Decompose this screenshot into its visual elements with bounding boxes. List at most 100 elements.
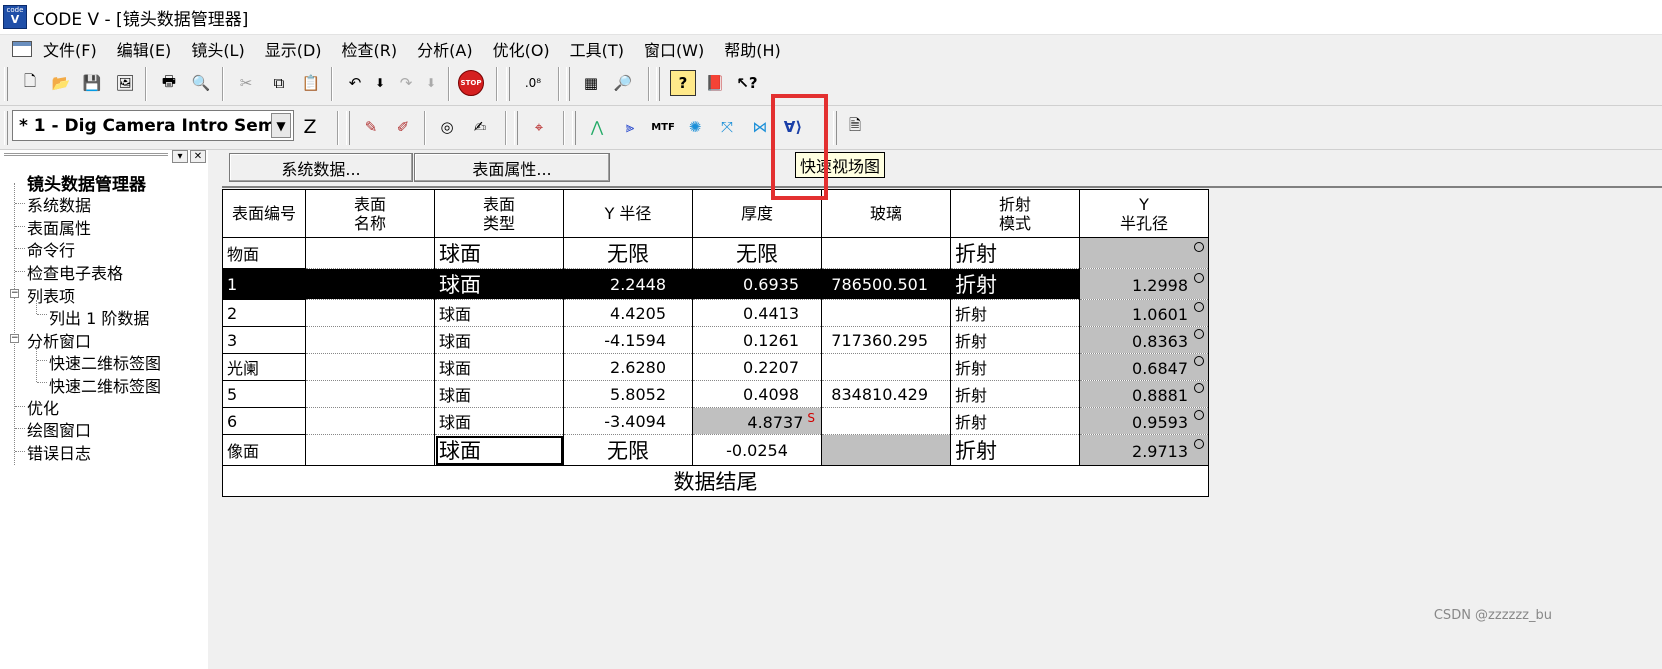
panel-splitter[interactable] xyxy=(208,150,222,669)
col-surface-number[interactable]: 表面编号 xyxy=(222,189,306,238)
tree-item-check-spreadsheet[interactable]: 检查电子表格 xyxy=(27,260,123,283)
spot-diagram-icon[interactable]: ✺ xyxy=(682,114,708,140)
distortion-icon[interactable]: ⋈ xyxy=(747,114,773,140)
glass-cell[interactable] xyxy=(821,353,951,381)
y-radius-cell[interactable]: 2.2448 xyxy=(563,268,693,300)
toolbar-grip[interactable] xyxy=(656,67,660,101)
surface-type-cell[interactable]: 球面 xyxy=(434,268,564,300)
glass-cell[interactable] xyxy=(821,434,951,466)
y-radius-cell[interactable]: 5.8052 xyxy=(563,380,693,408)
menu-lens[interactable]: 镜头(L) xyxy=(191,37,244,61)
y-radius-cell[interactable]: -3.4094 xyxy=(563,407,693,435)
tree-item-plot-window[interactable]: 绘图窗口 xyxy=(27,417,91,440)
surface-type-cell-active[interactable]: 球面 xyxy=(434,434,564,466)
document-window-icon[interactable] xyxy=(12,40,32,57)
thickness-cell[interactable]: -0.0254 xyxy=(692,434,822,466)
toolbar-grip[interactable] xyxy=(833,111,837,145)
undo-icon[interactable]: ↶ xyxy=(342,70,368,96)
col-refract-mode[interactable]: 折射 模式 xyxy=(950,189,1080,238)
semi-aperture-cell[interactable]: 1.2998 xyxy=(1079,268,1209,300)
decimal-format-icon[interactable]: .0⁸ xyxy=(520,70,546,96)
tree-collapse-icon[interactable]: − xyxy=(10,289,19,298)
chevron-down-icon[interactable]: ▼ xyxy=(271,113,291,138)
menu-optimize[interactable]: 优化(O) xyxy=(493,37,550,61)
toolbar-grip[interactable] xyxy=(506,67,510,101)
toolbar-grip[interactable] xyxy=(4,67,8,101)
mode-cell[interactable]: 折射 xyxy=(950,268,1080,300)
tree-item-surface-props[interactable]: 表面属性 xyxy=(27,215,91,238)
solve-tool-icon[interactable]: ✐ xyxy=(390,114,416,140)
thickness-cell[interactable]: 无限 xyxy=(692,237,822,269)
print-preview-icon[interactable]: 🔍 xyxy=(188,70,214,96)
mode-cell[interactable]: 折射 xyxy=(950,434,1080,466)
tree-item-listings[interactable]: 列表项 xyxy=(27,283,75,306)
thickness-cell[interactable]: 0.2207 xyxy=(692,353,822,381)
stop-icon[interactable]: STOP xyxy=(458,70,484,96)
glass-cell[interactable] xyxy=(821,407,951,435)
mode-cell[interactable]: 折射 xyxy=(950,299,1080,327)
glass-cell[interactable] xyxy=(821,237,951,269)
surface-name-cell[interactable] xyxy=(305,268,435,300)
surface-type-cell[interactable]: 球面 xyxy=(434,407,564,435)
semi-aperture-cell[interactable]: 0.8363 xyxy=(1079,326,1209,354)
zoom-z-button[interactable]: Z xyxy=(297,114,323,140)
system-data-button[interactable]: 系统数据... xyxy=(229,153,413,182)
thickness-cell[interactable]: 0.4413 xyxy=(692,299,822,327)
surface-number-cell[interactable]: 6 xyxy=(222,407,306,435)
field-curves-icon[interactable]: ⫸ xyxy=(617,114,643,140)
toolbar-grip[interactable] xyxy=(4,111,8,145)
thickness-cell[interactable]: 4.8737 S xyxy=(692,407,822,435)
redo-icon[interactable]: ↷ xyxy=(393,70,419,96)
surface-number-cell[interactable]: 3 xyxy=(222,326,306,354)
surface-type-cell[interactable]: 球面 xyxy=(434,237,564,269)
lens-search-icon[interactable]: 🔎 xyxy=(610,70,636,96)
toolbar-grip[interactable] xyxy=(346,111,350,145)
surface-name-cell[interactable] xyxy=(305,237,435,269)
tree-item-quick-2d-plot-2[interactable]: 快速二维标签图 xyxy=(49,373,161,396)
menu-file[interactable]: 文件(F) xyxy=(43,37,97,61)
tree-item-error-log[interactable]: 错误日志 xyxy=(27,440,91,463)
surface-number-cell[interactable]: 光阑 xyxy=(222,353,306,381)
copy-icon[interactable]: ⧉ xyxy=(266,70,292,96)
surface-name-cell[interactable] xyxy=(305,407,435,435)
semi-aperture-cell[interactable]: 1.0601 xyxy=(1079,299,1209,327)
thickness-cell[interactable]: 0.6935 xyxy=(692,268,822,300)
lens-selector-dropdown[interactable]: * 1 - Dig Camera Intro Sem ▼ xyxy=(12,110,294,141)
tree-collapse-icon[interactable]: − xyxy=(10,334,19,343)
tree-item-command-line[interactable]: 命令行 xyxy=(27,237,75,260)
glass-cell[interactable] xyxy=(821,299,951,327)
thickness-cell[interactable]: 0.1261 xyxy=(692,326,822,354)
ray-aberration-icon[interactable]: ⋀ xyxy=(584,114,610,140)
glass-cell[interactable]: 834810.429 xyxy=(821,380,951,408)
col-y-radius[interactable]: Y 半径 xyxy=(563,189,693,238)
semi-aperture-cell[interactable]: 0.8881 xyxy=(1079,380,1209,408)
menu-edit[interactable]: 编辑(E) xyxy=(117,37,172,61)
print-icon[interactable]: 🖶 xyxy=(156,70,182,96)
menu-window[interactable]: 窗口(W) xyxy=(644,37,704,61)
variable-tool-icon[interactable]: ✎ xyxy=(358,114,384,140)
y-radius-cell[interactable]: 4.4205 xyxy=(563,299,693,327)
paste-icon[interactable]: 📋 xyxy=(298,70,324,96)
y-radius-cell[interactable]: 无限 xyxy=(563,434,693,466)
menu-analysis[interactable]: 分析(A) xyxy=(417,37,472,61)
semi-aperture-cell[interactable]: 0.9593 xyxy=(1079,407,1209,435)
mtf-icon[interactable]: MTF xyxy=(650,114,676,140)
save-icon[interactable]: 💾 xyxy=(79,70,105,96)
semi-aperture-cell[interactable]: 2.9713 xyxy=(1079,434,1209,466)
new-file-icon[interactable]: 🗋 xyxy=(17,70,43,96)
context-help-icon[interactable]: ↖? xyxy=(734,70,760,96)
open-folder-icon[interactable]: 📂 xyxy=(48,70,74,96)
tree-root-lens-manager[interactable]: 镜头数据管理器 xyxy=(27,170,146,195)
menu-tools[interactable]: 工具(T) xyxy=(570,37,624,61)
glass-cell[interactable]: 717360.295 xyxy=(821,326,951,354)
surface-number-cell[interactable]: 2 xyxy=(222,299,306,327)
mode-cell[interactable]: 折射 xyxy=(950,353,1080,381)
panel-menu-icon[interactable]: ▾ xyxy=(172,150,188,163)
menu-display[interactable]: 显示(D) xyxy=(265,37,322,61)
semi-aperture-cell[interactable] xyxy=(1079,237,1209,269)
redo-dropdown-icon[interactable]: ⬇ xyxy=(418,70,444,96)
surface-number-cell[interactable]: 像面 xyxy=(222,434,306,466)
surface-number-cell[interactable]: 1 xyxy=(222,268,306,300)
target-pick-icon[interactable]: ◎ xyxy=(434,114,460,140)
surface-type-cell[interactable]: 球面 xyxy=(434,299,564,327)
